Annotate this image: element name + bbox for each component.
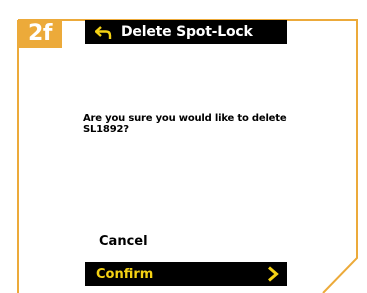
- chevron-right-icon: [268, 266, 279, 282]
- cancel-label: Cancel: [99, 233, 148, 249]
- page-title: Delete Spot-Lock: [121, 24, 253, 40]
- confirm-label: Confirm: [96, 266, 154, 282]
- confirm-button[interactable]: Confirm: [85, 262, 287, 286]
- cancel-button[interactable]: Cancel: [85, 230, 287, 252]
- step-badge: 2f: [18, 20, 62, 48]
- confirmation-message: Are you sure you would like to delete SL…: [83, 113, 287, 135]
- instruction-panel: 2f Delete Spot-Lock Are you sure you wou…: [0, 0, 367, 293]
- header-bar: Delete Spot-Lock: [85, 20, 287, 44]
- back-arrow-icon[interactable]: [94, 25, 113, 39]
